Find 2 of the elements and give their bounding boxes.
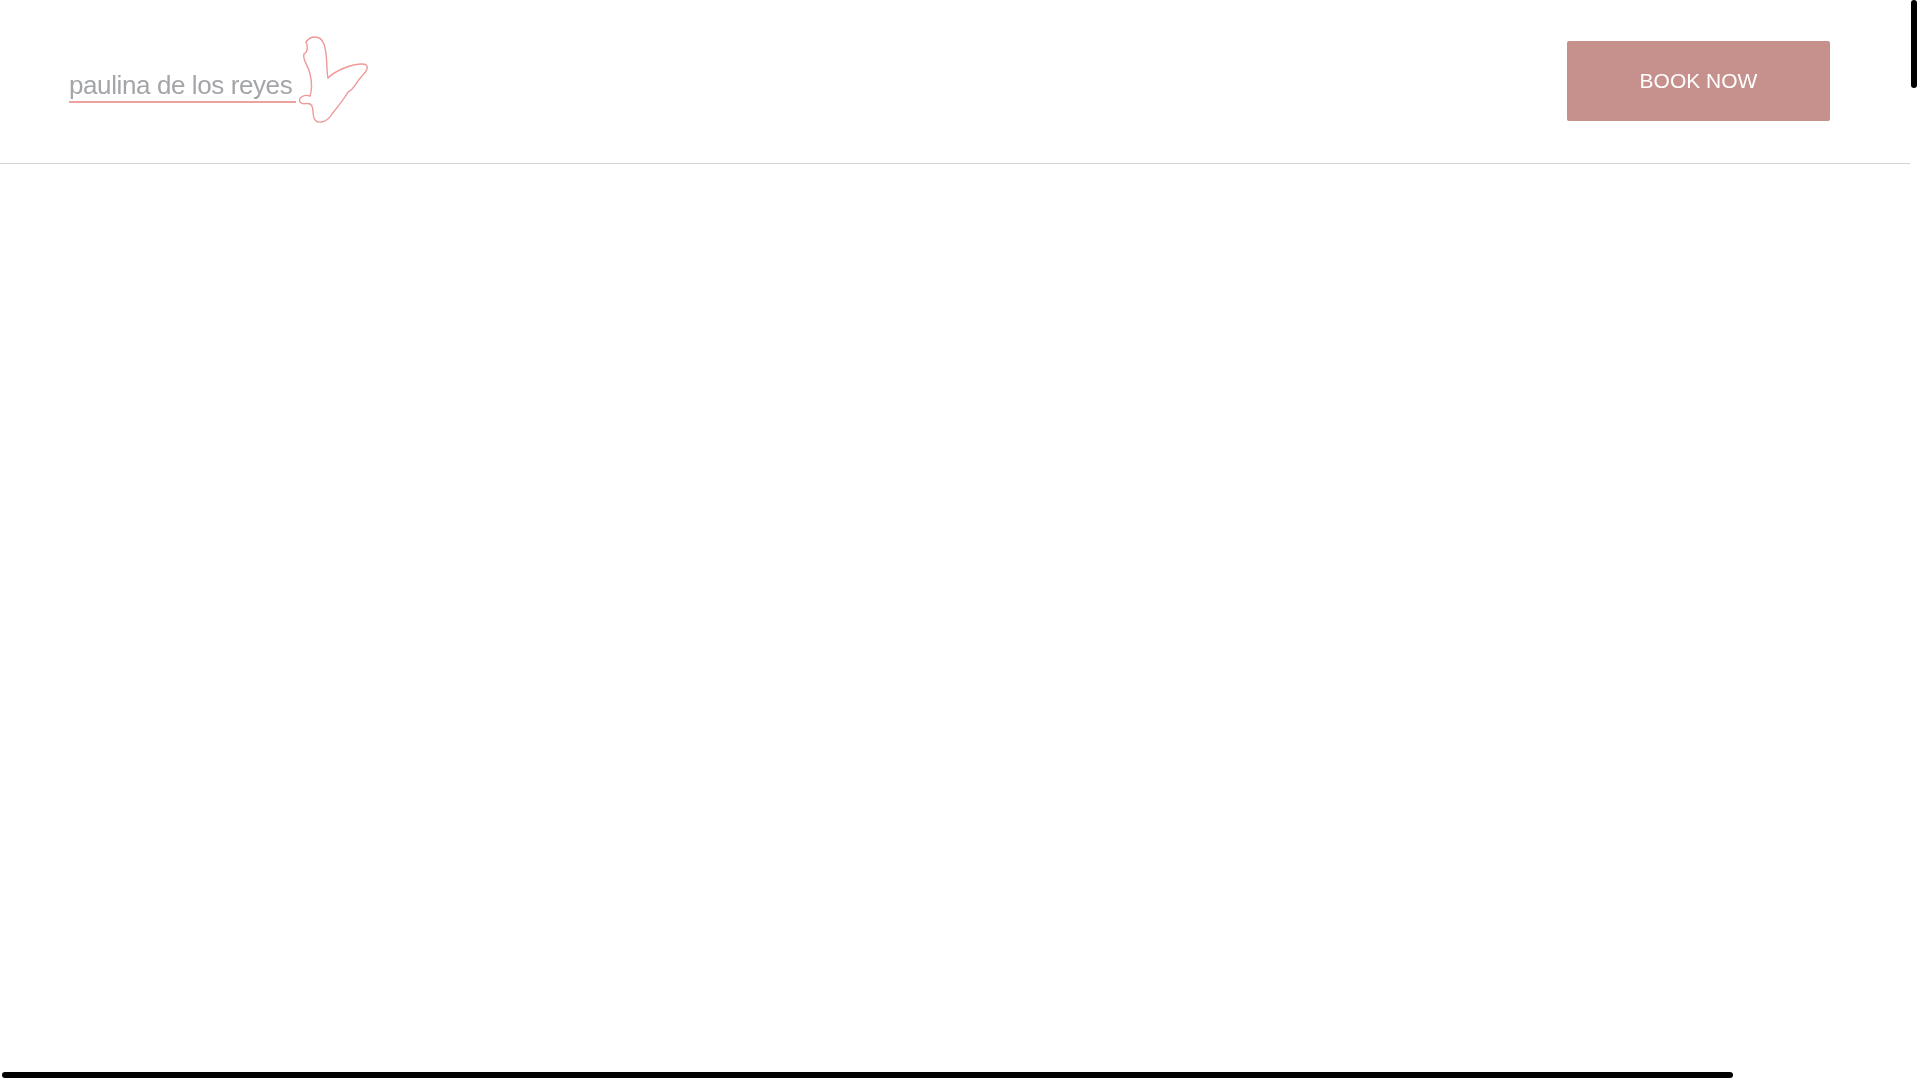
book-now-button[interactable]: BOOK NOW — [1567, 40, 1830, 121]
logo-text[interactable]: paulina de los reyes — [69, 68, 297, 103]
